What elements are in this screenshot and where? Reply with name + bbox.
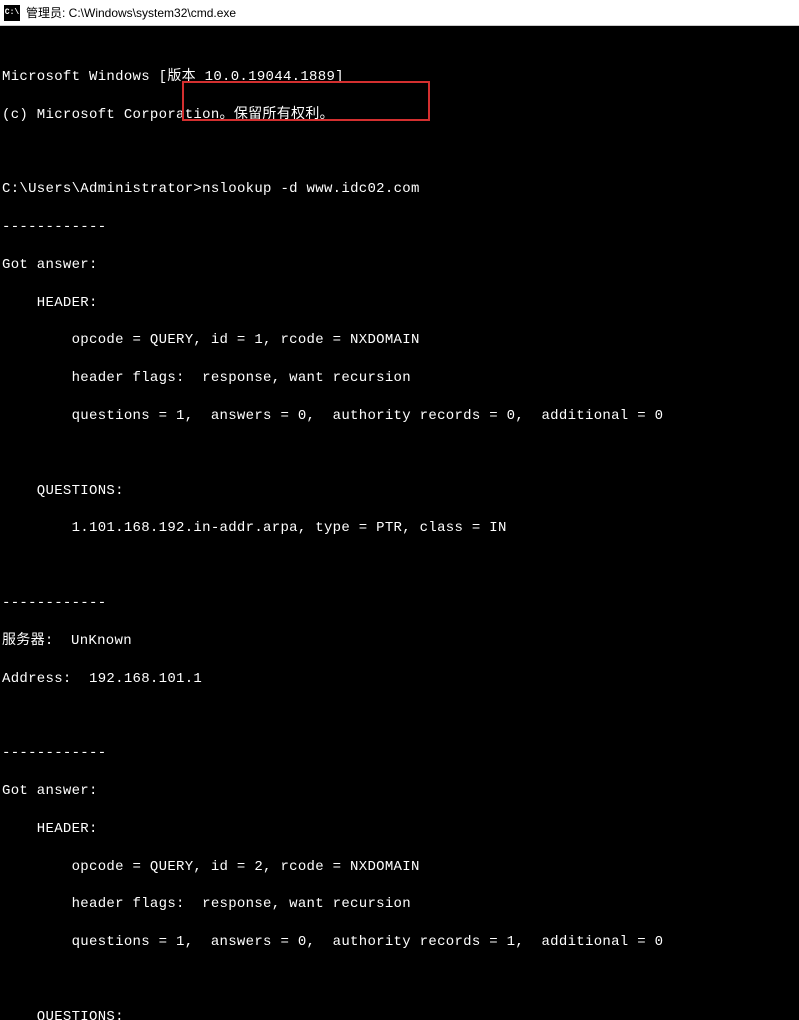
output-line: ------------ [2,744,797,763]
output-line: Got answer: [2,782,797,801]
output-line: 服务器: UnKnown [2,632,797,651]
cmd-icon-label: C:\ [5,8,19,17]
titlebar-text: 管理员: C:\Windows\system32\cmd.exe [26,4,236,21]
titlebar: C:\ 管理员: C:\Windows\system32\cmd.exe [0,0,799,26]
output-line: questions = 1, answers = 0, authority re… [2,933,797,952]
output-line [2,557,797,575]
prompt-line: C:\Users\Administrator>nslookup -d www.i… [2,180,797,199]
output-line: ------------ [2,218,797,237]
output-line [2,971,797,989]
output-line: opcode = QUERY, id = 1, rcode = NXDOMAIN [2,331,797,350]
output-line [2,445,797,463]
output-line: Microsoft Windows [版本 10.0.19044.1889] [2,68,797,87]
cmd-icon: C:\ [4,5,20,21]
output-line: opcode = QUERY, id = 2, rcode = NXDOMAIN [2,858,797,877]
output-line: header flags: response, want recursion [2,369,797,388]
terminal-output[interactable]: Microsoft Windows [版本 10.0.19044.1889] (… [0,26,799,1020]
command-text: nslookup -d www.idc02.com [202,181,420,197]
output-line: Got answer: [2,256,797,275]
output-line [2,707,797,725]
prompt: C:\Users\Administrator> [2,181,202,197]
output-line: 1.101.168.192.in-addr.arpa, type = PTR, … [2,519,797,538]
output-line: QUESTIONS: [2,1008,797,1020]
output-line: QUESTIONS: [2,482,797,501]
output-line: questions = 1, answers = 0, authority re… [2,407,797,426]
output-line: HEADER: [2,294,797,313]
output-line: Address: 192.168.101.1 [2,670,797,689]
output-line: HEADER: [2,820,797,839]
output-line [2,143,797,161]
output-line: header flags: response, want recursion [2,895,797,914]
output-line: (c) Microsoft Corporation。保留所有权利。 [2,106,797,125]
output-line: ------------ [2,594,797,613]
